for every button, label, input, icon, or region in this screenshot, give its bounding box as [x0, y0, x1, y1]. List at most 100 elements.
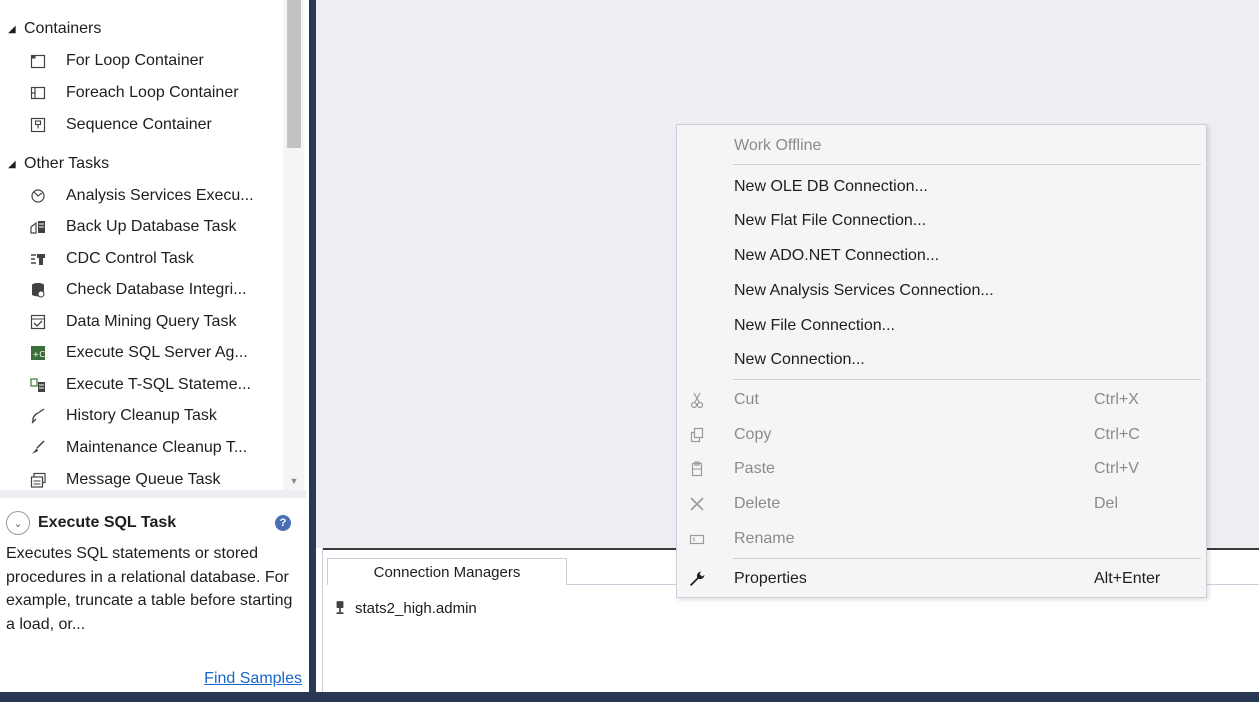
toolbox-item-sequence-container[interactable]: Sequence Container: [28, 110, 212, 140]
description-text: Executes SQL statements or stored proced…: [6, 545, 293, 633]
toolbox-item-label: Message Queue Task: [66, 471, 221, 488]
toolbox-item-label: Maintenance Cleanup T...: [66, 439, 248, 456]
bottom-frame-bar: [0, 692, 1259, 702]
check-database-icon: [28, 281, 48, 299]
group-header-containers[interactable]: ◢ Containers: [8, 17, 101, 41]
toolbox-scrollbar-thumb[interactable]: [287, 0, 301, 148]
toolbox-item-label: Sequence Container: [66, 116, 212, 133]
toolbox-scrollbar[interactable]: ▼: [283, 0, 304, 490]
menu-item-properties[interactable]: Properties Alt+Enter: [677, 562, 1206, 596]
menu-item-label: New ADO.NET Connection...: [734, 247, 940, 264]
toolbox-item-backup-database[interactable]: Back Up Database Task: [28, 212, 236, 242]
menu-item-new-adonet-connection[interactable]: New ADO.NET Connection...: [677, 239, 1206, 273]
menu-item-rename[interactable]: Rename: [677, 522, 1206, 556]
rename-icon: [681, 524, 713, 554]
menu-item-new-file-connection[interactable]: New File Connection...: [677, 309, 1206, 343]
maintenance-cleanup-icon: [28, 439, 48, 457]
delete-x-icon: [681, 489, 713, 519]
toolbox-item-tsql-statement[interactable]: Execute T-SQL Stateme...: [28, 370, 251, 400]
analysis-services-icon: [28, 187, 48, 205]
toolbox-item-for-loop[interactable]: For Loop Container: [28, 46, 204, 76]
menu-item-shortcut: Ctrl+V: [1094, 460, 1139, 477]
menu-item-new-analysis-services-connection[interactable]: New Analysis Services Connection...: [677, 274, 1206, 308]
toolbox-panel: ◢ Containers For Loop Container Foreach …: [0, 0, 306, 490]
backup-database-icon: [28, 218, 48, 236]
message-queue-icon: [28, 471, 48, 489]
foreach-loop-icon: [28, 84, 48, 102]
menu-separator: [733, 379, 1201, 380]
menu-item-label: Delete: [734, 495, 781, 512]
toolbox-item-label: CDC Control Task: [66, 250, 194, 267]
collapse-triangle-icon: ◢: [8, 158, 16, 170]
scroll-down-arrow-icon[interactable]: ▼: [288, 476, 300, 486]
toolbox-item-check-database[interactable]: Check Database Integri...: [28, 275, 247, 305]
menu-item-label: New File Connection...: [734, 317, 895, 334]
menu-item-label: New OLE DB Connection...: [734, 178, 928, 195]
toolbox-item-analysis-services[interactable]: Analysis Services Execu...: [28, 181, 254, 211]
toolbox-item-label: Execute SQL Server Ag...: [66, 344, 248, 361]
menu-item-new-oledb-connection[interactable]: New OLE DB Connection...: [677, 170, 1206, 204]
toolbox-item-label: Data Mining Query Task: [66, 313, 237, 330]
menu-item-shortcut: Alt+Enter: [1094, 570, 1161, 587]
menu-item-label: New Connection...: [734, 351, 865, 368]
menu-item-shortcut: Ctrl+X: [1094, 391, 1139, 408]
toolbox-item-sql-agent[interactable]: +Ci Execute SQL Server Ag...: [28, 338, 248, 368]
toolbox-item-label: Foreach Loop Container: [66, 84, 239, 101]
find-samples-link[interactable]: Find Samples: [204, 670, 302, 688]
sequence-container-icon: [28, 116, 48, 134]
menu-item-label: New Flat File Connection...: [734, 212, 927, 229]
menu-item-label: Paste: [734, 460, 775, 477]
menu-item-label: Copy: [734, 426, 772, 443]
menu-item-shortcut: Ctrl+C: [1094, 426, 1140, 443]
menu-separator: [733, 558, 1201, 559]
toolbox-item-label: For Loop Container: [66, 52, 204, 69]
context-menu: Work Offline New OLE DB Connection... Ne…: [676, 124, 1207, 598]
cdc-control-icon: [28, 250, 48, 268]
toolbox-item-cdc-control[interactable]: CDC Control Task: [28, 244, 194, 274]
toolbox-item-label: History Cleanup Task: [66, 407, 217, 424]
menu-item-shortcut: Del: [1094, 495, 1119, 512]
menu-item-copy[interactable]: Copy Ctrl+C: [677, 418, 1206, 452]
menu-item-cut[interactable]: Cut Ctrl+X: [677, 383, 1206, 417]
menu-item-label: New Analysis Services Connection...: [734, 282, 994, 299]
connection-manager-label: stats2_high.admin: [355, 599, 477, 617]
menu-item-label: Properties: [734, 570, 807, 587]
toolbox-item-maintenance-cleanup[interactable]: Maintenance Cleanup T...: [28, 433, 247, 463]
menu-item-label: Work Offline: [734, 137, 822, 154]
paste-icon: [681, 454, 713, 484]
toolbox-item-label: Check Database Integri...: [66, 281, 247, 298]
menu-item-delete[interactable]: Delete Del: [677, 487, 1206, 521]
group-label: Containers: [24, 20, 102, 37]
toolbox-item-label: Back Up Database Task: [66, 218, 237, 235]
menu-item-label: Rename: [734, 530, 795, 547]
group-header-other-tasks[interactable]: ◢ Other Tasks: [8, 152, 109, 176]
toolbox-item-history-cleanup[interactable]: History Cleanup Task: [28, 401, 217, 431]
toolbox-item-label: Analysis Services Execu...: [66, 187, 254, 204]
history-cleanup-icon: [28, 407, 48, 425]
help-icon[interactable]: ?: [275, 515, 291, 531]
description-panel: ⌄ Execute SQL Task ? Executes SQL statem…: [0, 490, 306, 692]
toolbox-item-message-queue[interactable]: Message Queue Task: [28, 465, 220, 490]
group-label: Other Tasks: [24, 155, 110, 172]
menu-item-new-connection[interactable]: New Connection...: [677, 343, 1206, 377]
data-mining-icon: [28, 313, 48, 331]
toolbox-item-foreach-loop[interactable]: Foreach Loop Container: [28, 78, 239, 108]
tsql-statement-icon: [28, 376, 48, 394]
svg-text:+Ci: +Ci: [33, 350, 48, 359]
toolbox-item-label: Execute T-SQL Stateme...: [66, 376, 251, 393]
chevron-down-icon[interactable]: ⌄: [6, 511, 30, 535]
connection-manager-item[interactable]: stats2_high.admin: [333, 596, 477, 620]
menu-item-paste[interactable]: Paste Ctrl+V: [677, 452, 1206, 486]
menu-item-new-flat-file-connection[interactable]: New Flat File Connection...: [677, 204, 1206, 238]
panel-splitter[interactable]: [309, 0, 316, 702]
toolbox-item-data-mining[interactable]: Data Mining Query Task: [28, 307, 236, 337]
collapse-triangle-icon: ◢: [8, 23, 16, 35]
description-title-row: ⌄ Execute SQL Task: [6, 510, 176, 536]
connection-plug-icon: [333, 599, 347, 617]
tab-connection-managers[interactable]: Connection Managers: [327, 558, 567, 585]
scissors-icon: [681, 385, 713, 415]
menu-item-work-offline[interactable]: Work Offline: [677, 129, 1206, 163]
description-title: Execute SQL Task: [38, 514, 177, 531]
menu-item-label: Cut: [734, 391, 759, 408]
wrench-icon: [681, 564, 713, 594]
